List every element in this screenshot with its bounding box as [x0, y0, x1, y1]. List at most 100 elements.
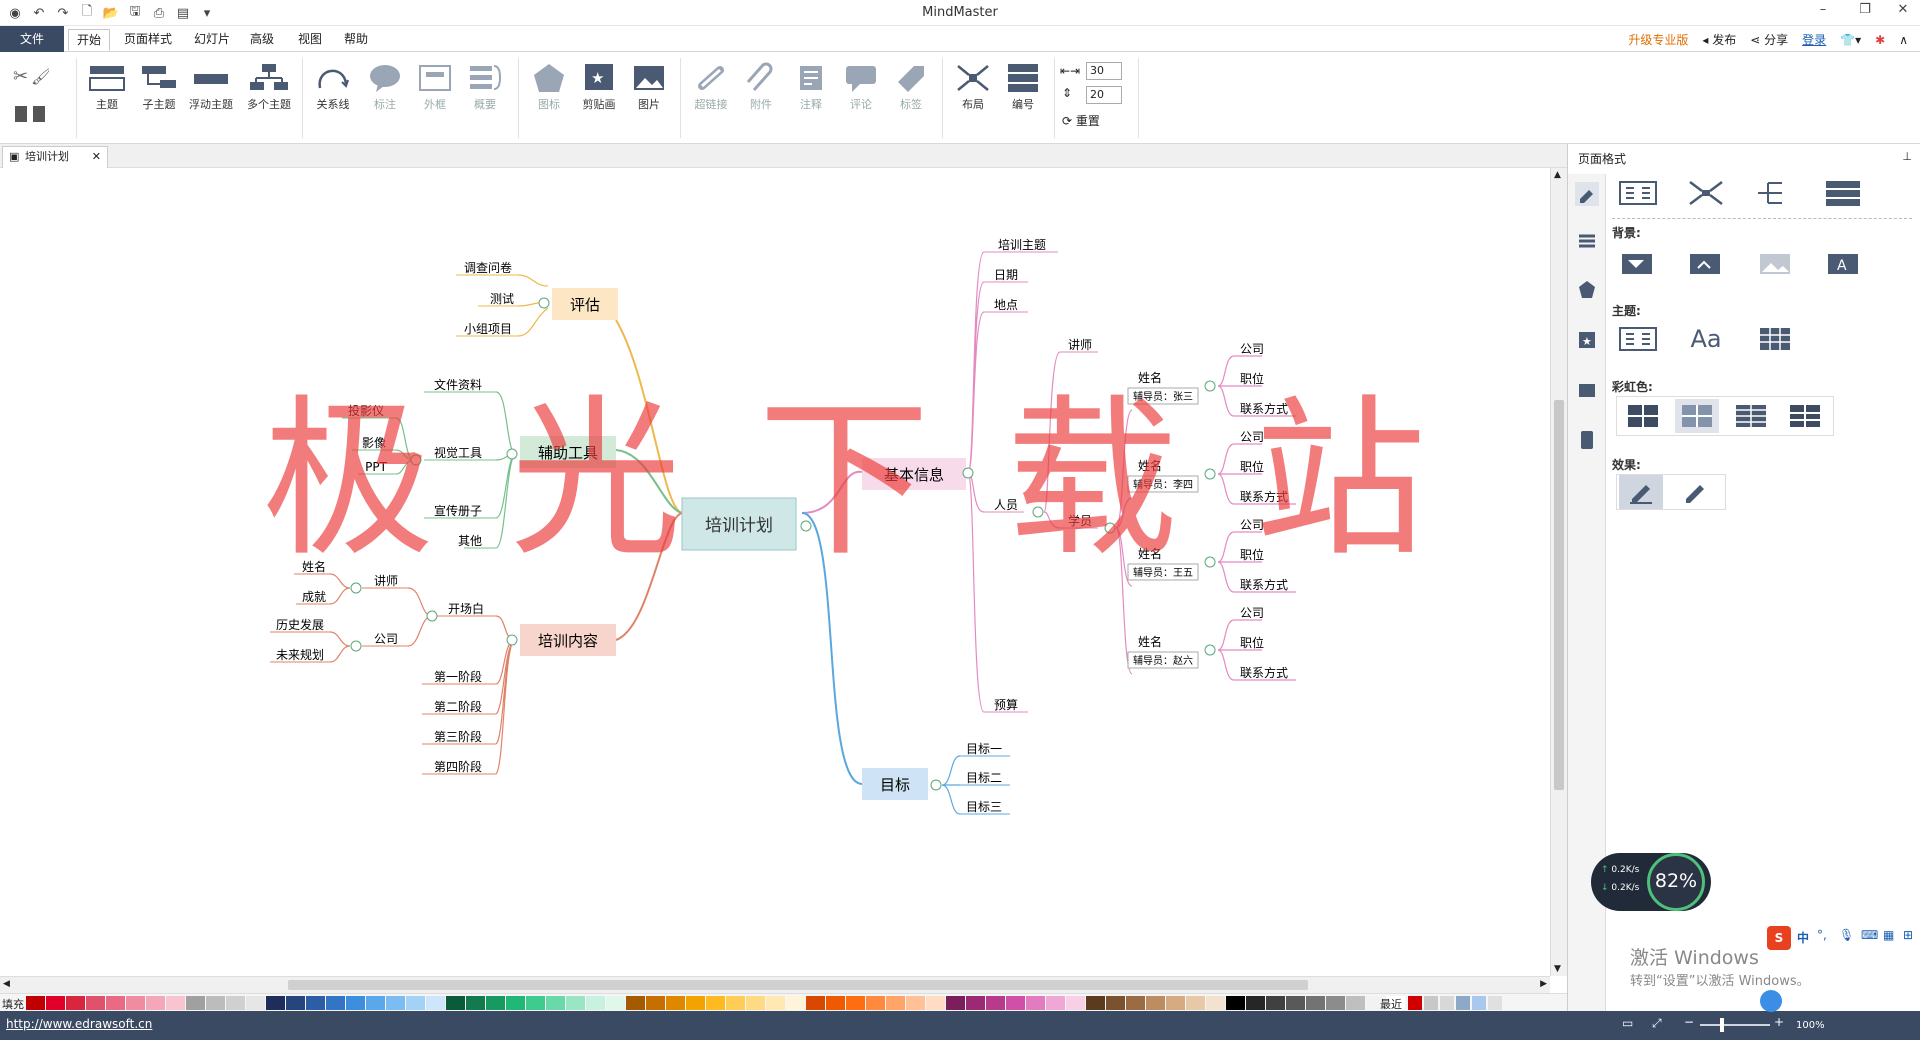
color-swatch[interactable]	[1146, 996, 1165, 1010]
subtopic-name[interactable]: 姓名	[302, 559, 326, 574]
layout-button[interactable]: 布局	[946, 60, 1000, 112]
mindmap-canvas[interactable]: 培训计划 评估 调查问卷 测试 小组项目 辅助工具 文件资料 视觉工具 宣传册子…	[0, 168, 1550, 976]
numbering-button[interactable]: 编号	[996, 60, 1050, 112]
color-swatch[interactable]	[466, 996, 485, 1010]
color-swatch[interactable]	[406, 996, 425, 1010]
horizontal-scroll-thumb[interactable]	[288, 980, 1308, 990]
color-swatch[interactable]	[686, 996, 705, 1010]
zoom-out-icon[interactable]: −	[1684, 1015, 1694, 1029]
color-swatch[interactable]	[1086, 996, 1105, 1010]
color-swatch[interactable]	[546, 996, 565, 1010]
icon-button[interactable]: 图标	[522, 60, 576, 112]
color-swatch[interactable]	[846, 996, 865, 1010]
recent-color-swatch[interactable]	[1408, 996, 1422, 1010]
color-swatch[interactable]	[986, 996, 1005, 1010]
subtopic-goal-1[interactable]: 目标一	[966, 742, 1002, 756]
student-field[interactable]: 公司	[1240, 342, 1264, 356]
tab-help[interactable]: 帮助	[336, 29, 376, 51]
color-swatch[interactable]	[1326, 996, 1345, 1010]
topic-tools[interactable]: 辅助工具	[520, 436, 616, 468]
attachment-button[interactable]: 附件	[734, 60, 788, 112]
student-name[interactable]: 姓名	[1138, 546, 1162, 561]
theme-layout-option[interactable]	[1616, 322, 1660, 356]
collapse-icon[interactable]	[1204, 556, 1216, 568]
student-field[interactable]: 公司	[1240, 518, 1264, 532]
subtopic-video[interactable]: 影像	[362, 436, 386, 450]
effect-option-1[interactable]	[1619, 475, 1663, 509]
color-swatch[interactable]	[526, 996, 545, 1010]
scroll-up-icon[interactable]: ▲	[1554, 170, 1561, 180]
slide-icon[interactable]	[1575, 428, 1599, 452]
upgrade-link[interactable]: 升级专业版	[1628, 31, 1688, 48]
subtopic-projector[interactable]: 投影仪	[348, 403, 384, 418]
subtopic-date[interactable]: 日期	[994, 268, 1018, 282]
color-swatch[interactable]	[1166, 996, 1185, 1010]
horizontal-scrollbar[interactable]: ◀ ▶	[0, 976, 1550, 993]
subtopic-location[interactable]: 地点	[994, 298, 1018, 312]
subtopic-training-theme[interactable]: 培训主题	[998, 237, 1046, 252]
subtopic-other[interactable]: 其他	[458, 534, 482, 548]
topic-evaluation[interactable]: 评估	[552, 288, 618, 320]
color-swatch[interactable]	[826, 996, 845, 1010]
collapse-icon[interactable]	[1032, 506, 1044, 518]
subtopic-test[interactable]: 测试	[490, 291, 514, 306]
subtopic-history[interactable]: 历史发展	[276, 617, 324, 632]
subtopic-stage-4[interactable]: 第四阶段	[434, 759, 482, 774]
recent-color-swatch[interactable]	[1456, 996, 1470, 1010]
color-swatch[interactable]	[146, 996, 165, 1010]
background-color-option[interactable]	[1616, 246, 1660, 280]
keyboard-icon[interactable]: ⌨	[1861, 928, 1878, 942]
color-swatch[interactable]	[966, 996, 985, 1010]
rainbow-option-1[interactable]	[1621, 399, 1665, 433]
background-image-option[interactable]	[1684, 246, 1728, 280]
color-swatch[interactable]	[206, 996, 225, 1010]
background-picture-option[interactable]	[1754, 246, 1798, 280]
symbol-icon[interactable]	[1575, 278, 1599, 302]
color-swatch[interactable]	[1186, 996, 1205, 1010]
color-swatch[interactable]	[786, 996, 805, 1010]
page-format-icon[interactable]	[1575, 182, 1599, 206]
color-swatch[interactable]	[326, 996, 345, 1010]
subtopic-budget[interactable]: 预算	[994, 697, 1018, 712]
structure-option-1[interactable]	[1616, 176, 1660, 210]
student-field[interactable]: 公司	[1240, 430, 1264, 444]
tab-home[interactable]: 开始	[68, 29, 111, 51]
multi-topic-button[interactable]: 多个主题	[242, 60, 296, 112]
subtopic-visual-tools[interactable]: 视觉工具	[434, 445, 482, 460]
collapse-icon[interactable]	[1104, 522, 1116, 534]
skin-toolbox-icon[interactable]: ▦	[1883, 928, 1894, 942]
color-swatch[interactable]	[66, 996, 85, 1010]
color-swatch[interactable]	[266, 996, 285, 1010]
collapse-icon[interactable]	[800, 520, 812, 532]
color-swatch[interactable]	[726, 996, 745, 1010]
student-field[interactable]: 职位	[1240, 547, 1264, 562]
color-swatch[interactable]	[1206, 996, 1225, 1010]
color-swatch[interactable]	[1226, 996, 1245, 1010]
clipart-button[interactable]: ★ 剪贴画	[572, 60, 626, 112]
tab-advanced[interactable]: 高级	[242, 29, 282, 51]
tab-slides[interactable]: 幻灯片	[186, 29, 238, 51]
pin-icon[interactable]: ⊥	[1902, 150, 1912, 163]
color-swatch[interactable]	[1246, 996, 1265, 1010]
color-swatch[interactable]	[186, 996, 205, 1010]
subtopic-company[interactable]: 公司	[374, 632, 398, 646]
zoom-slider-thumb[interactable]	[1720, 1018, 1724, 1032]
collapse-icon[interactable]	[506, 634, 518, 646]
collapse-icon[interactable]	[350, 640, 362, 652]
vertical-spacing-input[interactable]: 20	[1086, 86, 1122, 104]
color-swatch[interactable]	[126, 996, 145, 1010]
color-swatch[interactable]	[286, 996, 305, 1010]
color-swatch[interactable]	[666, 996, 685, 1010]
student-field[interactable]: 联系方式	[1240, 401, 1288, 416]
subtopic-lecturer[interactable]: 讲师	[374, 573, 398, 588]
microphone-icon[interactable]: 🎙	[1839, 928, 1854, 942]
tab-file[interactable]: 文件	[0, 26, 64, 52]
subtopic-people[interactable]: 人员	[994, 498, 1018, 512]
reset-button[interactable]: ⟳ 重置	[1062, 112, 1100, 129]
student-field[interactable]: 联系方式	[1240, 489, 1288, 504]
tab-page-style[interactable]: 页面样式	[116, 29, 180, 51]
zoom-in-icon[interactable]: +	[1774, 1015, 1784, 1029]
memory-usage-gauge[interactable]: 82%	[1647, 853, 1705, 911]
share-button[interactable]: ⋖ 分享	[1750, 31, 1788, 48]
floating-topic-button[interactable]: 浮动主题	[184, 60, 238, 112]
